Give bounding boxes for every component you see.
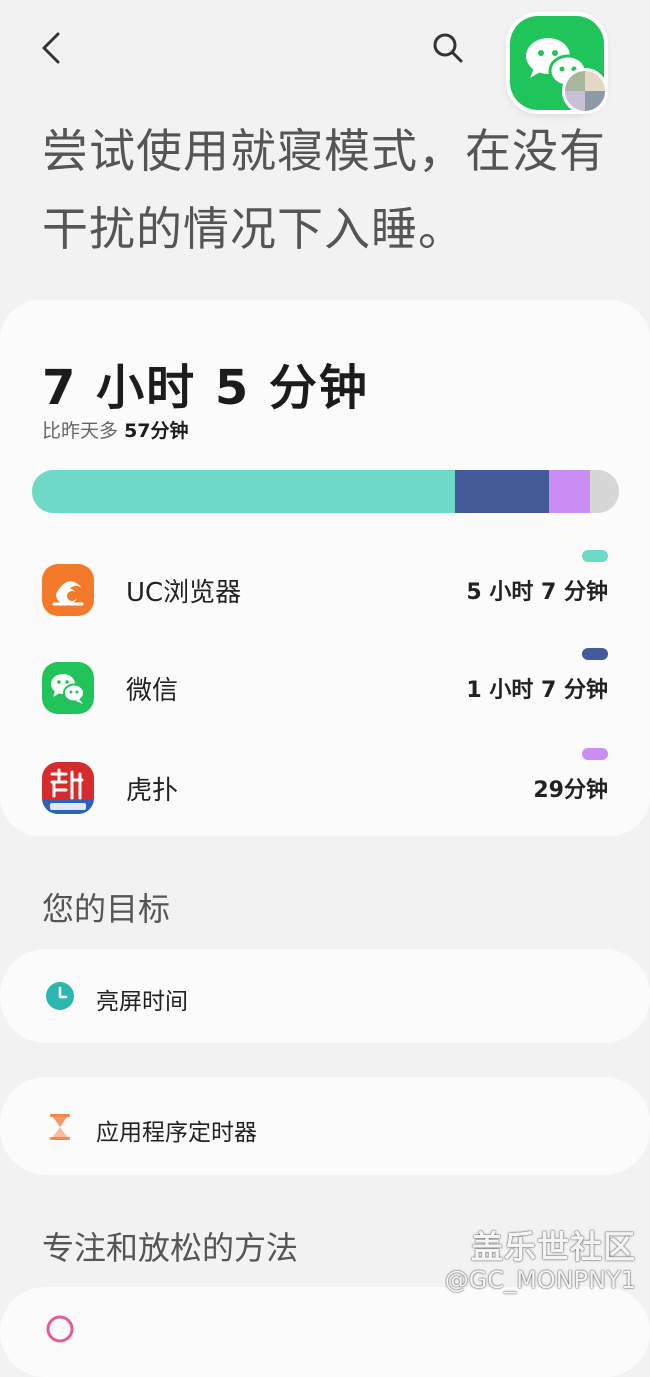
back-button[interactable]: [34, 28, 74, 68]
goal-label: 应用程序定时器: [96, 1120, 257, 1146]
app-row-uc-browser[interactable]: UC浏览器 5 小时 7 分钟: [0, 542, 650, 638]
username-watermark: @GC_MONPNY1: [444, 1266, 636, 1294]
uc-browser-icon: [42, 564, 94, 616]
focus-relax-section-title: 专注和放松的方法: [42, 1229, 299, 1267]
app-usage-time: 5 小时 7 分钟: [466, 580, 608, 605]
usage-bar-segment: [454, 470, 549, 513]
clock-icon: [45, 981, 75, 1011]
top-app-bar: [0, 0, 650, 114]
hourglass-icon: [45, 1112, 75, 1142]
floating-wechat-bubble[interactable]: [510, 16, 608, 114]
app-usage-time: 1 小时 7 分钟: [466, 678, 608, 703]
app-color-indicator: [582, 648, 608, 660]
app-row-wechat[interactable]: 微信 1 小时 7 分钟: [0, 640, 650, 736]
app-timer-item[interactable]: 应用程序定时器: [0, 1077, 650, 1175]
app-name: 虎扑: [126, 776, 179, 806]
comparison-value: 57分钟: [124, 420, 189, 442]
app-color-indicator: [582, 748, 608, 760]
mode-icon: [45, 1314, 75, 1344]
app-row-hupu[interactable]: 虎扑 29分钟: [0, 740, 650, 836]
search-icon: [433, 33, 463, 63]
chevron-left-icon: [42, 32, 60, 64]
relax-mode-item[interactable]: [0, 1287, 650, 1377]
app-usage-time: 29分钟: [533, 778, 608, 803]
app-name: UC浏览器: [126, 578, 242, 608]
comparison-prefix: 比昨天多: [42, 420, 119, 442]
total-screen-time: 7 小时 5 分钟: [42, 360, 369, 416]
comparison-text: 比昨天多 57分钟: [42, 416, 189, 443]
usage-breakdown-bar: [32, 470, 619, 513]
goal-label: 亮屏时间: [96, 989, 188, 1015]
bedtime-suggestion-headline: 尝试使用就寝模式，在没有干扰的情况下入睡。: [42, 124, 606, 256]
app-color-indicator: [582, 550, 608, 562]
contact-avatar: [562, 68, 608, 114]
wechat-icon: [42, 662, 94, 714]
community-watermark: 盖乐世社区: [470, 1228, 636, 1266]
search-button[interactable]: [428, 28, 468, 68]
hupu-icon: [42, 762, 94, 814]
usage-bar-segment: [32, 470, 455, 513]
screen-time-goal-item[interactable]: 亮屏时间: [0, 949, 650, 1043]
app-name: 微信: [126, 676, 179, 706]
goals-section-title: 您的目标: [42, 890, 171, 928]
usage-bar-segment: [548, 470, 590, 513]
